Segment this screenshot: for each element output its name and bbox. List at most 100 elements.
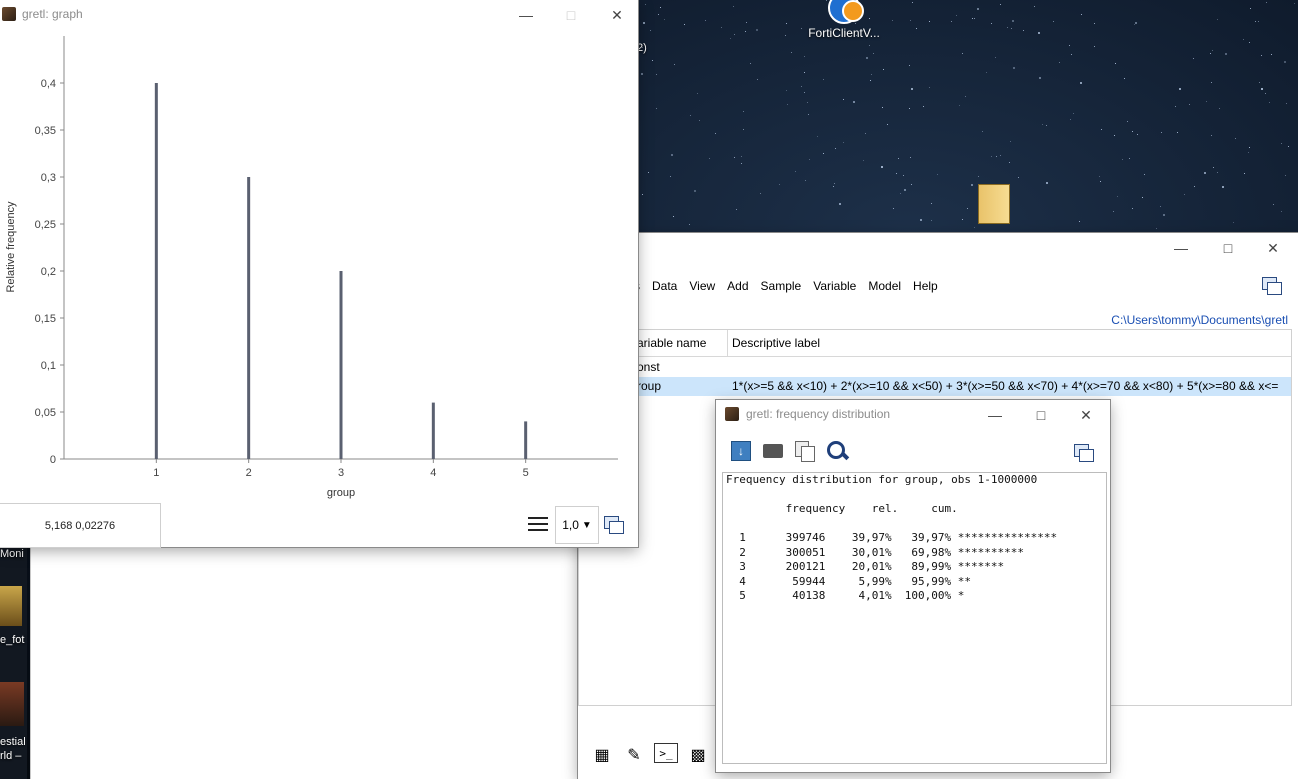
star xyxy=(1216,171,1218,173)
star xyxy=(733,156,735,158)
menu-item-help[interactable]: Help xyxy=(907,273,944,299)
star xyxy=(1134,24,1136,26)
left-icon-label-3[interactable]: estial xyxy=(0,736,26,748)
gretl-graph-window: gretl: graph — □ ✕ Relative frequency gr… xyxy=(0,0,638,548)
graph-menu-icon[interactable] xyxy=(528,516,548,532)
star xyxy=(910,184,912,186)
star xyxy=(744,30,746,32)
forticlient-label: FortiClientV... xyxy=(808,26,880,40)
star xyxy=(950,21,952,23)
star xyxy=(838,203,841,206)
star xyxy=(756,79,758,81)
star xyxy=(910,156,912,158)
star xyxy=(708,158,710,160)
star xyxy=(1255,20,1257,22)
star xyxy=(1117,195,1119,197)
star xyxy=(893,208,894,210)
windows-list-icon[interactable] xyxy=(1262,277,1282,295)
star xyxy=(1288,146,1290,148)
close-button[interactable]: ✕ xyxy=(1250,233,1296,263)
search-icon[interactable] xyxy=(824,438,850,464)
console-icon[interactable]: >_ xyxy=(654,743,678,763)
star xyxy=(1280,143,1282,145)
star xyxy=(656,108,658,110)
frequency-output-text[interactable]: Frequency distribution for group, obs 1-… xyxy=(722,472,1107,764)
star xyxy=(1013,67,1016,70)
star xyxy=(985,72,987,74)
star xyxy=(742,111,744,113)
menu-item-sample[interactable]: Sample xyxy=(755,273,808,299)
zoom-value: 1,0 xyxy=(562,518,579,532)
bar xyxy=(524,421,528,459)
output-line: frequency rel. cum. xyxy=(726,502,958,515)
star xyxy=(970,183,973,186)
script-editor-icon[interactable]: ✎ xyxy=(622,743,646,767)
variable-row[interactable]: onst xyxy=(579,358,1291,377)
star xyxy=(882,68,884,70)
star xyxy=(1266,1,1268,3)
star xyxy=(908,108,910,110)
star xyxy=(870,73,872,75)
star xyxy=(1079,220,1081,222)
menu-item-add[interactable]: Add xyxy=(721,273,754,299)
column-header-variable-name[interactable]: ariable name xyxy=(637,336,723,350)
star xyxy=(1189,103,1191,105)
star xyxy=(897,157,899,159)
output-line: ​ xyxy=(726,517,1106,532)
y-tick-label: 0,35 xyxy=(35,125,56,137)
y-tick-label: 0,25 xyxy=(35,219,56,231)
x-tick-label: 4 xyxy=(430,467,436,479)
star xyxy=(756,28,759,31)
x-tick-label: 1 xyxy=(153,467,159,479)
star xyxy=(1285,102,1287,104)
star xyxy=(1081,13,1083,15)
windows-list-icon[interactable] xyxy=(1074,444,1094,462)
variable-list-header: ariable name Descriptive label xyxy=(579,330,1291,357)
menu-item-view[interactable]: View xyxy=(683,273,721,299)
star xyxy=(745,21,747,23)
minimize-button[interactable]: — xyxy=(972,400,1018,430)
calculator-icon[interactable]: ▦ xyxy=(590,743,614,767)
star xyxy=(990,155,992,157)
star xyxy=(645,4,647,6)
left-icon-label-2[interactable]: e_fot xyxy=(0,634,24,646)
save-icon[interactable]: ↓ xyxy=(728,438,754,464)
column-header-descriptive-label[interactable]: Descriptive label xyxy=(732,336,820,350)
zoom-select[interactable]: 1,0 ▼ xyxy=(555,506,599,544)
left-icon-label-1[interactable]: Moni xyxy=(0,548,24,560)
partial-desktop-text: 2) xyxy=(637,42,647,54)
working-directory-link[interactable]: C:\Users\tommy\Documents\gretl xyxy=(1111,313,1288,327)
star xyxy=(1161,131,1163,133)
star xyxy=(1284,60,1287,63)
menu-item-model[interactable]: Model xyxy=(862,273,907,299)
menu-item-variable[interactable]: Variable xyxy=(807,273,862,299)
session-icons-icon[interactable]: ▩ xyxy=(686,743,710,767)
star xyxy=(865,57,868,60)
folder-desktop-icon[interactable] xyxy=(978,184,1014,224)
star xyxy=(759,193,761,195)
variable-row-selected[interactable]: roup 1*(x>=5 && x<10) + 2*(x>=10 && x<50… xyxy=(579,377,1291,396)
menu-item-data[interactable]: Data xyxy=(646,273,683,299)
close-button[interactable]: ✕ xyxy=(1063,400,1109,430)
star xyxy=(862,160,864,162)
maximize-button[interactable]: □ xyxy=(1205,233,1251,263)
star xyxy=(801,85,803,87)
minimize-button[interactable]: — xyxy=(1158,233,1204,263)
windows-list-icon[interactable] xyxy=(604,516,624,534)
star xyxy=(865,133,867,135)
star xyxy=(976,8,979,11)
star xyxy=(1212,49,1214,51)
forticlient-desktop-icon[interactable]: FortiClientV... xyxy=(800,0,888,40)
print-icon[interactable] xyxy=(760,438,786,464)
maximize-button[interactable]: □ xyxy=(1018,400,1064,430)
star xyxy=(655,74,657,76)
star xyxy=(674,64,676,66)
star xyxy=(1273,203,1275,205)
star xyxy=(779,183,781,185)
star xyxy=(803,71,805,73)
left-icon-label-4[interactable]: rld – xyxy=(0,750,21,762)
star xyxy=(1257,20,1259,22)
copy-icon[interactable] xyxy=(792,438,818,464)
star xyxy=(804,179,806,181)
star xyxy=(1033,6,1035,8)
